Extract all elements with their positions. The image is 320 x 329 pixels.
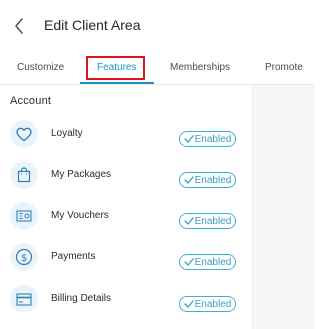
chevron-left-icon: [15, 18, 23, 34]
back-button[interactable]: [10, 16, 28, 36]
tab-promote[interactable]: Promote: [265, 62, 303, 73]
status-badge-text: Enabled: [194, 133, 232, 145]
list-item-billing-details: Billing Details Enabled: [0, 279, 252, 319]
shopping-bag-icon: [10, 161, 38, 189]
page-title: Edit Client Area: [44, 17, 141, 33]
enabled-toggle-payments[interactable]: Enabled: [179, 254, 236, 270]
header: Edit Client Area: [0, 0, 314, 52]
voucher-icon: [10, 202, 38, 230]
item-label: My Vouchers: [51, 210, 109, 221]
item-label: Loyalty: [51, 128, 83, 139]
enabled-toggle-billing-details[interactable]: Enabled: [179, 296, 236, 312]
enabled-toggle-my-packages[interactable]: Enabled: [179, 172, 236, 188]
list-item-loyalty: Loyalty Enabled: [0, 114, 252, 154]
section-title: Account: [10, 95, 52, 107]
list-item-my-vouchers: My Vouchers Enabled: [0, 196, 252, 236]
item-label: My Packages: [51, 169, 112, 180]
preview-panel: [252, 85, 314, 329]
credit-card-icon: [10, 285, 38, 313]
tab-customize[interactable]: Customize: [17, 62, 64, 73]
checkmark-icon: [183, 176, 194, 184]
checkmark-icon: [183, 300, 194, 308]
enabled-toggle-my-vouchers[interactable]: Enabled: [179, 213, 236, 229]
selection-highlight-box: [86, 56, 145, 80]
item-label: Billing Details: [51, 293, 112, 304]
checkmark-icon: [183, 135, 194, 143]
status-badge-text: Enabled: [194, 256, 232, 268]
item-label: Payments: [51, 251, 96, 262]
status-badge-text: Enabled: [194, 215, 232, 227]
checkmark-icon: [183, 258, 194, 266]
checkmark-icon: [183, 217, 194, 225]
tab-memberships[interactable]: Memberships: [170, 62, 230, 73]
enabled-toggle-loyalty[interactable]: Enabled: [179, 131, 236, 147]
dollar-circle-icon: $: [10, 243, 38, 271]
status-badge-text: Enabled: [194, 298, 232, 310]
list-item-payments: $ Payments Enabled: [0, 237, 252, 277]
heart-icon: [10, 120, 38, 148]
tab-bar: Customize Features Memberships Promote: [0, 54, 314, 84]
svg-text:$: $: [21, 253, 27, 264]
status-badge-text: Enabled: [194, 174, 232, 186]
list-item-my-packages: My Packages Enabled: [0, 155, 252, 195]
